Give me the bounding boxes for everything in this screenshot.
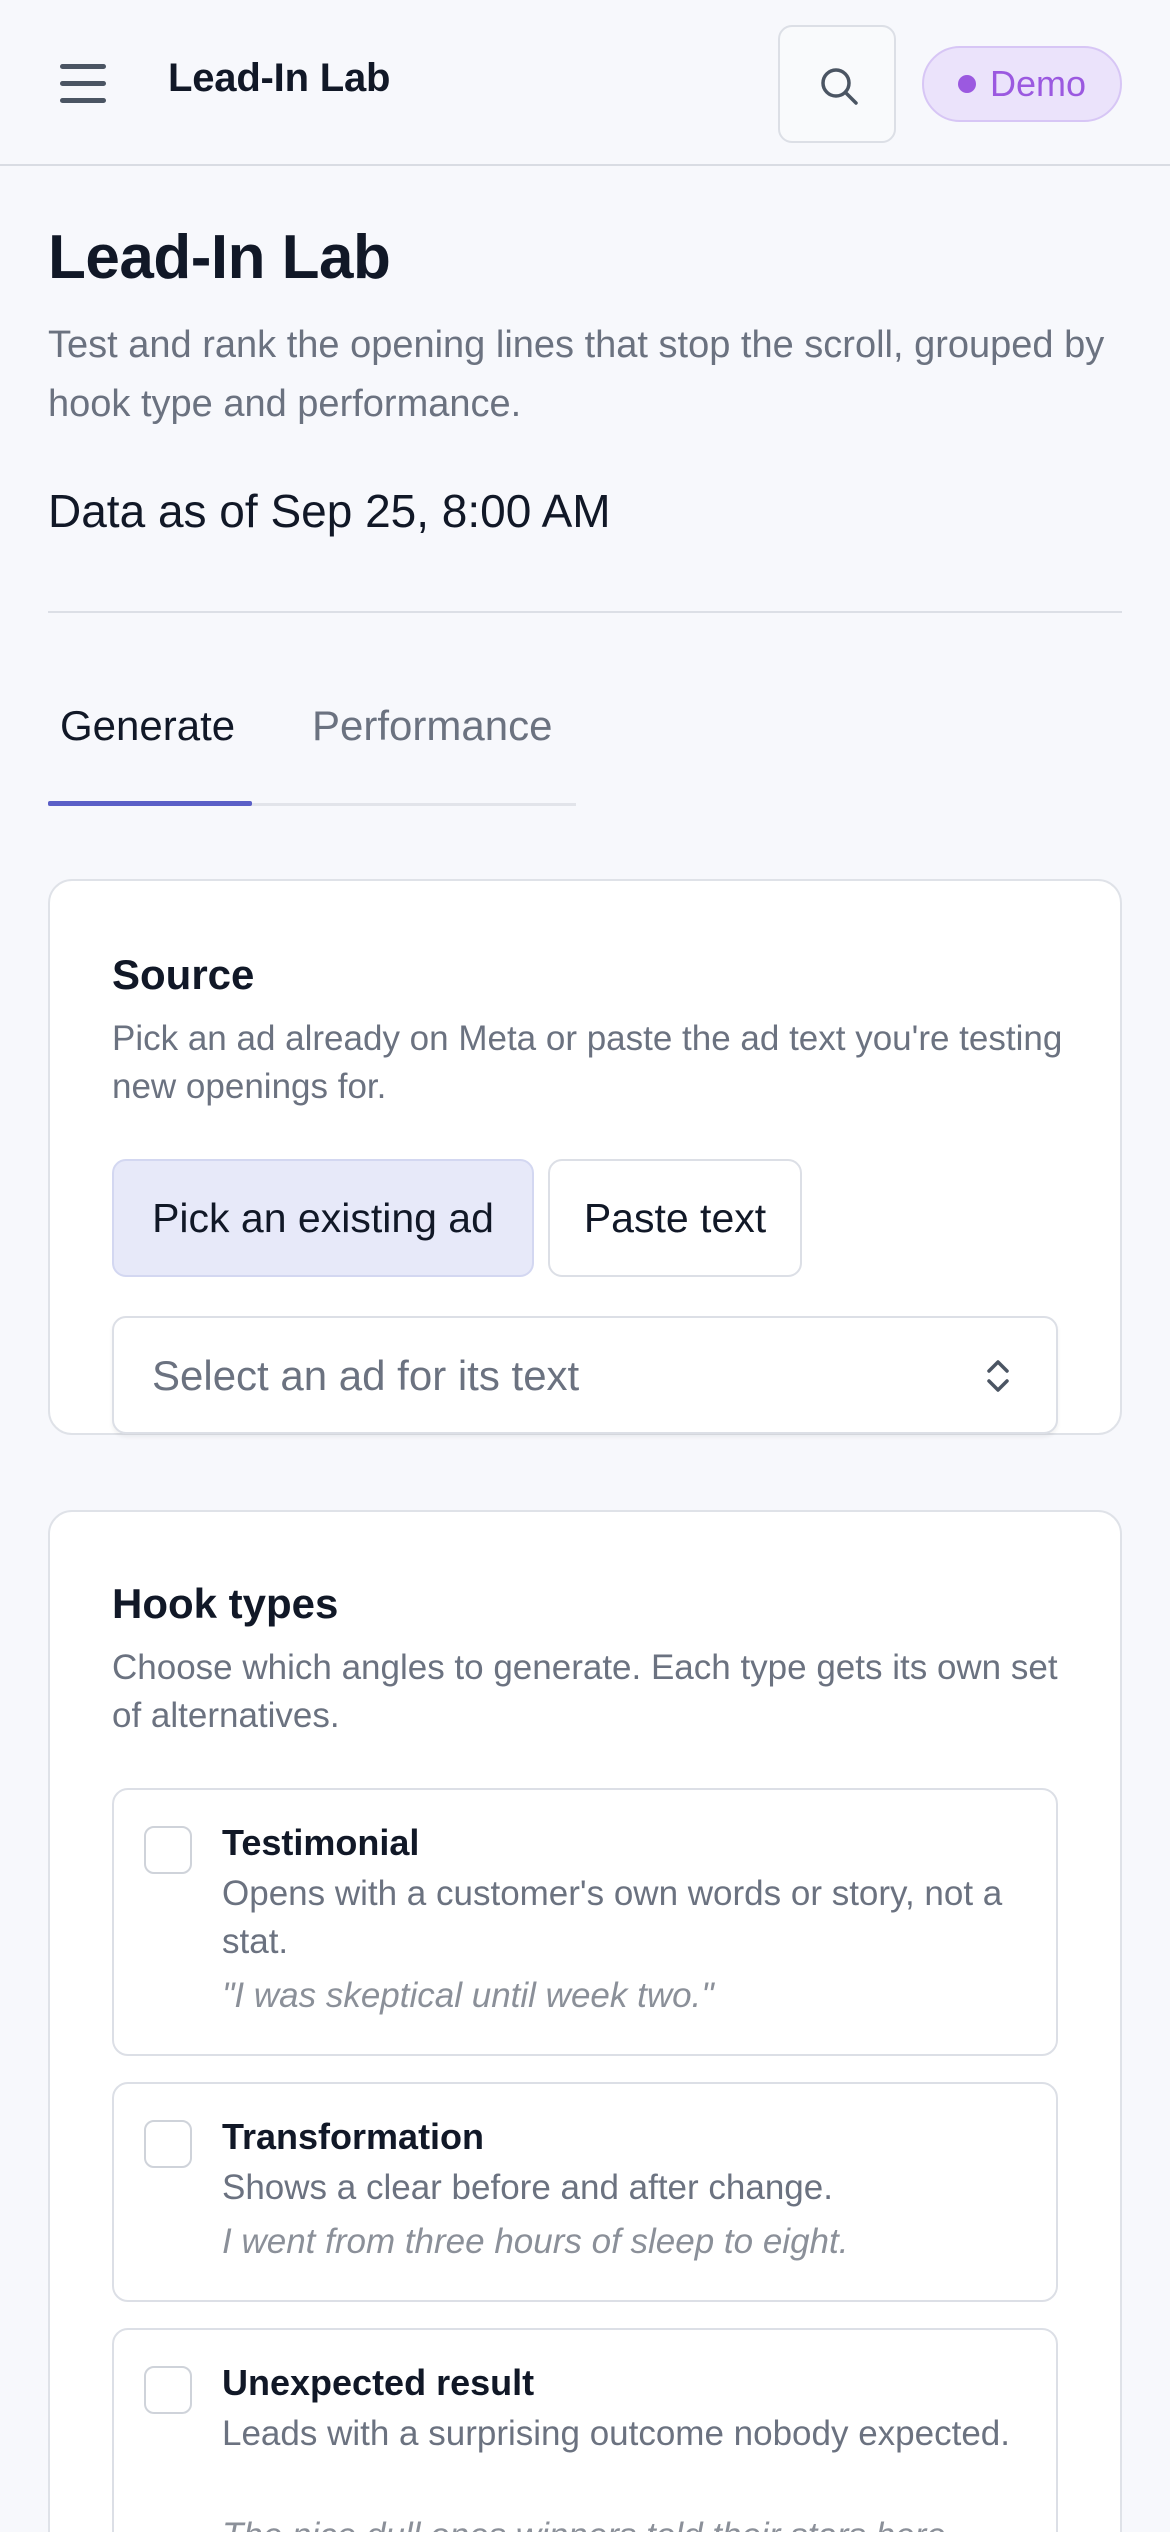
- hook-option-transformation[interactable]: Transformation Shows a clear before and …: [112, 2082, 1058, 2302]
- tab-bar: Generate Performance: [48, 690, 576, 806]
- hook-title: Unexpected result: [222, 2362, 535, 2403]
- hook-example: "I was skeptical until week two.": [222, 1976, 714, 2015]
- page-subtitle: Test and rank the opening lines that sto…: [48, 324, 1105, 425]
- pick-existing-ad-button[interactable]: Pick an existing ad: [112, 1159, 534, 1277]
- hook-option-unexpected-result[interactable]: Unexpected result Leads with a surprisin…: [112, 2328, 1058, 2532]
- hook-types-card: Hook types Choose which angles to genera…: [48, 1510, 1122, 2532]
- hook-description: Opens with a customer's own words or sto…: [222, 1874, 1003, 1961]
- source-card: Source Pick an ad already on Meta or pas…: [48, 879, 1122, 1435]
- hook-example: The nice dull ones winners told their st…: [222, 2512, 1032, 2532]
- section-divider: [48, 611, 1122, 613]
- page-title: Lead-In Lab: [48, 223, 391, 292]
- hamburger-menu-icon[interactable]: [52, 58, 116, 110]
- ad-select-dropdown[interactable]: Select an ad for its text: [112, 1316, 1058, 1434]
- hook-title: Testimonial: [222, 1822, 420, 1863]
- hook-types-heading: Hook types: [112, 1580, 339, 1627]
- hook-description: Leads with a surprising outcome nobody e…: [222, 2414, 1010, 2453]
- active-tab-indicator: [48, 801, 252, 806]
- hook-title: Transformation: [222, 2116, 485, 2157]
- tab-generate[interactable]: Generate: [60, 702, 235, 792]
- tab-performance[interactable]: Performance: [312, 702, 552, 792]
- hook-checkbox[interactable]: [144, 2366, 192, 2414]
- hook-description: Shows a clear before and after change.: [222, 2168, 833, 2207]
- source-heading: Source: [112, 951, 255, 998]
- hook-example: I went from three hours of sleep to eigh…: [222, 2222, 849, 2261]
- demo-badge: Demo: [922, 46, 1122, 122]
- chevron-up-down-icon: [987, 1360, 1009, 1392]
- hook-option-testimonial[interactable]: Testimonial Opens with a customer's own …: [112, 1788, 1058, 2056]
- hook-types-description: Choose which angles to generate. Each ty…: [112, 1648, 1058, 1735]
- hook-checkbox[interactable]: [144, 2120, 192, 2168]
- search-icon: [821, 68, 858, 105]
- top-bar: Lead-In Lab Demo: [0, 0, 1170, 166]
- search-button[interactable]: [778, 25, 896, 143]
- app-title: Lead-In Lab: [168, 56, 391, 100]
- data-timestamp: Data as of Sep 25, 8:00 AM: [48, 485, 611, 537]
- status-dot-icon: [957, 75, 976, 93]
- ad-select-placeholder: Select an ad for its text: [152, 1352, 580, 1399]
- demo-badge-label: Demo: [989, 63, 1087, 104]
- paste-text-button[interactable]: Paste text: [548, 1159, 802, 1277]
- hook-checkbox[interactable]: [144, 1826, 192, 1874]
- source-description: Pick an ad already on Meta or paste the …: [112, 1019, 1063, 1106]
